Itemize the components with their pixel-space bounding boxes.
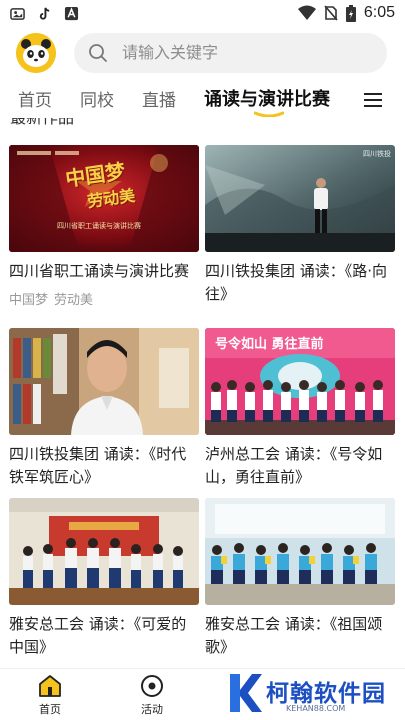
- search-input[interactable]: 请输入关键字: [122, 43, 218, 63]
- nav-home[interactable]: 首页: [30, 673, 70, 717]
- video-card[interactable]: 中国梦 劳动美 四川省职工诵读与演讲比赛 四川省职工诵读与演讲比赛 中国梦 劳动…: [9, 145, 199, 308]
- tab-home[interactable]: 首页: [18, 90, 52, 112]
- app-header: 请输入关键字: [0, 30, 405, 76]
- video-card[interactable]: 雅安总工会 诵读：《可爱的中国》: [9, 498, 199, 659]
- watermark: 柯翰软件园 KEHAN88.COM: [222, 668, 402, 718]
- tab-recitation-contest[interactable]: 诵读与演讲比赛: [204, 89, 330, 111]
- nav-activity[interactable]: 活动: [132, 673, 172, 717]
- card-title[interactable]: 雅安总工会 诵读：《祖国颂歌》: [205, 613, 395, 659]
- tiktok-icon: [39, 7, 50, 20]
- watermark-sub: KEHAN88.COM: [286, 704, 346, 713]
- section-title: 最新作品: [10, 118, 74, 132]
- nav-home-label: 首页: [39, 703, 61, 716]
- search-bar[interactable]: 请输入关键字: [74, 33, 387, 73]
- card-title[interactable]: 泸州总工会 诵读：《号令如山，勇往直前》: [205, 443, 395, 489]
- k-logo-icon: [230, 674, 262, 712]
- card-tags: 中国梦 劳动美: [9, 289, 199, 308]
- video-card[interactable]: 号令如山 勇往直前 泸州总工会 诵读：《号令如山，勇往直前》: [205, 328, 395, 489]
- activity-icon: [141, 675, 163, 697]
- video-card[interactable]: 雅安总工会 诵读：《祖国颂歌》: [205, 498, 395, 659]
- category-tabs: 首页 同校 直播 诵读与演讲比赛: [0, 82, 405, 122]
- hamburger-menu-icon[interactable]: [364, 92, 382, 108]
- no-sim-icon: [324, 5, 338, 21]
- video-card[interactable]: 四川铁投 四川铁投集团 诵读：《路·向往》: [205, 145, 395, 306]
- video-thumbnail[interactable]: 中国梦 劳动美 四川省职工诵读与演讲比赛: [9, 145, 199, 252]
- video-card[interactable]: 四川铁投集团 诵读：《时代铁军筑匠心》: [9, 328, 199, 489]
- video-thumbnail[interactable]: 四川铁投: [205, 145, 395, 252]
- video-thumbnail[interactable]: 号令如山 勇往直前: [205, 328, 395, 435]
- card-title[interactable]: 四川铁投集团 诵读：《时代铁军筑匠心》: [9, 443, 199, 489]
- thumb-caption: 四川省职工诵读与演讲比赛: [57, 222, 141, 230]
- panda-logo-icon[interactable]: [16, 33, 56, 73]
- status-time: 6:05: [363, 4, 395, 21]
- status-bar: 6:05: [0, 0, 405, 30]
- wifi-icon: [297, 5, 316, 20]
- gallery-app-icon: [10, 8, 25, 20]
- thumb-brand: 四川铁投: [363, 150, 391, 158]
- video-thumbnail[interactable]: [9, 498, 199, 605]
- tag[interactable]: 中国梦: [9, 289, 48, 308]
- card-title[interactable]: 四川铁投集团 诵读：《路·向往》: [205, 260, 395, 306]
- home-icon: [39, 675, 61, 697]
- nav-activity-label: 活动: [141, 703, 163, 716]
- search-icon: [89, 44, 107, 62]
- video-thumbnail[interactable]: [9, 328, 199, 435]
- a-app-icon: [64, 6, 79, 21]
- battery-icon: [345, 4, 356, 22]
- tab-live[interactable]: 直播: [142, 90, 176, 112]
- card-title[interactable]: 四川省职工诵读与演讲比赛: [9, 260, 199, 283]
- watermark-text: 柯翰软件园: [266, 681, 386, 707]
- tag[interactable]: 劳动美: [54, 289, 93, 308]
- active-tab-indicator: [254, 111, 284, 117]
- video-thumbnail[interactable]: [205, 498, 395, 605]
- card-title[interactable]: 雅安总工会 诵读：《可爱的中国》: [9, 613, 199, 659]
- tab-same-school[interactable]: 同校: [80, 90, 114, 112]
- thumb-banner: 号令如山 勇往直前: [215, 337, 324, 352]
